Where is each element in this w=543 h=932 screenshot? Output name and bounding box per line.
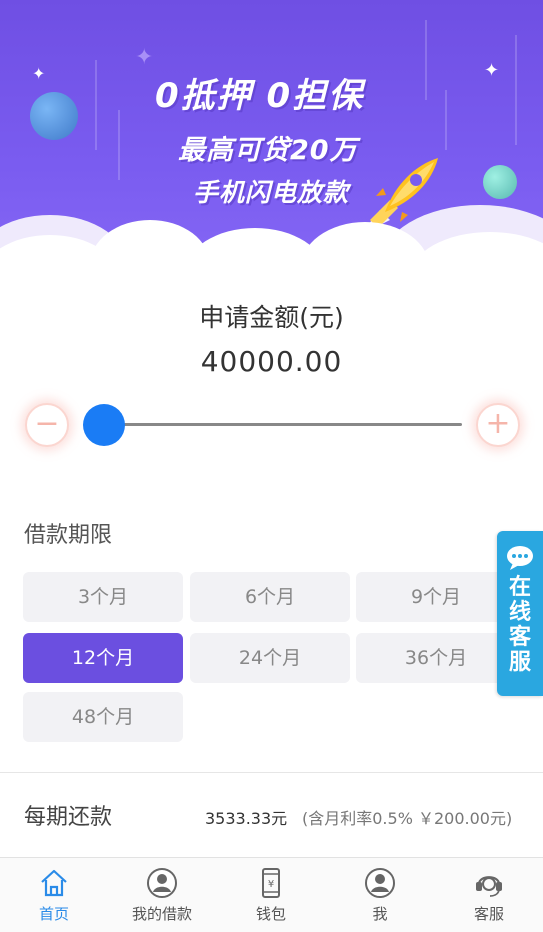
banner-subheadline: 最高可贷20万: [178, 135, 358, 166]
repayment-label: 每期还款: [24, 805, 113, 830]
term-option-48[interactable]: 48个月: [23, 692, 183, 742]
planet-icon: [30, 92, 78, 140]
amount-value: 40000.00: [200, 345, 343, 378]
nav-home[interactable]: 首页: [0, 858, 108, 932]
term-title: 借款期限: [24, 523, 113, 548]
amount-slider-thumb[interactable]: [83, 404, 125, 446]
repayment-amount: 3533.33元: [205, 809, 288, 828]
user-icon: [147, 868, 177, 898]
home-icon: [41, 869, 67, 897]
term-option-6[interactable]: 6个月: [190, 572, 350, 622]
svg-text:¥: ¥: [268, 879, 274, 890]
divider: [0, 772, 543, 773]
nav-label-my-loans: 我的借款: [131, 905, 192, 923]
bottom-nav: 首页 我的借款 ¥ 钱包 我 客服: [0, 857, 543, 932]
online-service-label: 在线客服: [508, 575, 531, 675]
nav-wallet[interactable]: ¥ 钱包: [217, 858, 325, 932]
planet-icon: [483, 165, 517, 199]
nav-me[interactable]: 我: [326, 858, 434, 932]
banner-tagline: 手机闪电放款: [193, 178, 350, 207]
promo-banner[interactable]: ✦ ✦ ✦ 0抵押 0担保 最高可贷20万 手机闪电放款: [0, 0, 543, 275]
sparkle-icon: ✦: [32, 64, 46, 83]
amount-slider-track[interactable]: [104, 423, 462, 426]
term-option-9[interactable]: 9个月: [356, 572, 516, 622]
online-service-button[interactable]: 在线客服: [497, 531, 543, 696]
chat-bubble-icon: [507, 546, 533, 570]
user-icon: [365, 868, 395, 898]
term-option-12[interactable]: 12个月: [23, 633, 183, 683]
increase-amount-button[interactable]: +: [476, 403, 520, 447]
sparkle-icon: ✦: [135, 45, 154, 70]
headset-icon: [476, 876, 502, 897]
term-option-3[interactable]: 3个月: [23, 572, 183, 622]
nav-label-home: 首页: [38, 905, 69, 923]
nav-my-loans[interactable]: 我的借款: [108, 858, 216, 932]
amount-label: 申请金额(元): [199, 303, 344, 332]
decrease-amount-button[interactable]: −: [25, 403, 69, 447]
wallet-phone-icon: ¥: [262, 868, 280, 898]
nav-label-service: 客服: [473, 905, 504, 923]
nav-label-wallet: 钱包: [255, 905, 286, 923]
nav-label-me: 我: [372, 905, 388, 923]
term-option-36[interactable]: 36个月: [356, 633, 516, 683]
nav-service[interactable]: 客服: [435, 858, 543, 932]
repayment-note: (含月利率0.5% ￥200.00元): [302, 809, 513, 828]
banner-headline: 0抵押 0担保: [155, 76, 365, 116]
sparkle-icon: ✦: [484, 60, 500, 81]
term-option-24[interactable]: 24个月: [190, 633, 350, 683]
